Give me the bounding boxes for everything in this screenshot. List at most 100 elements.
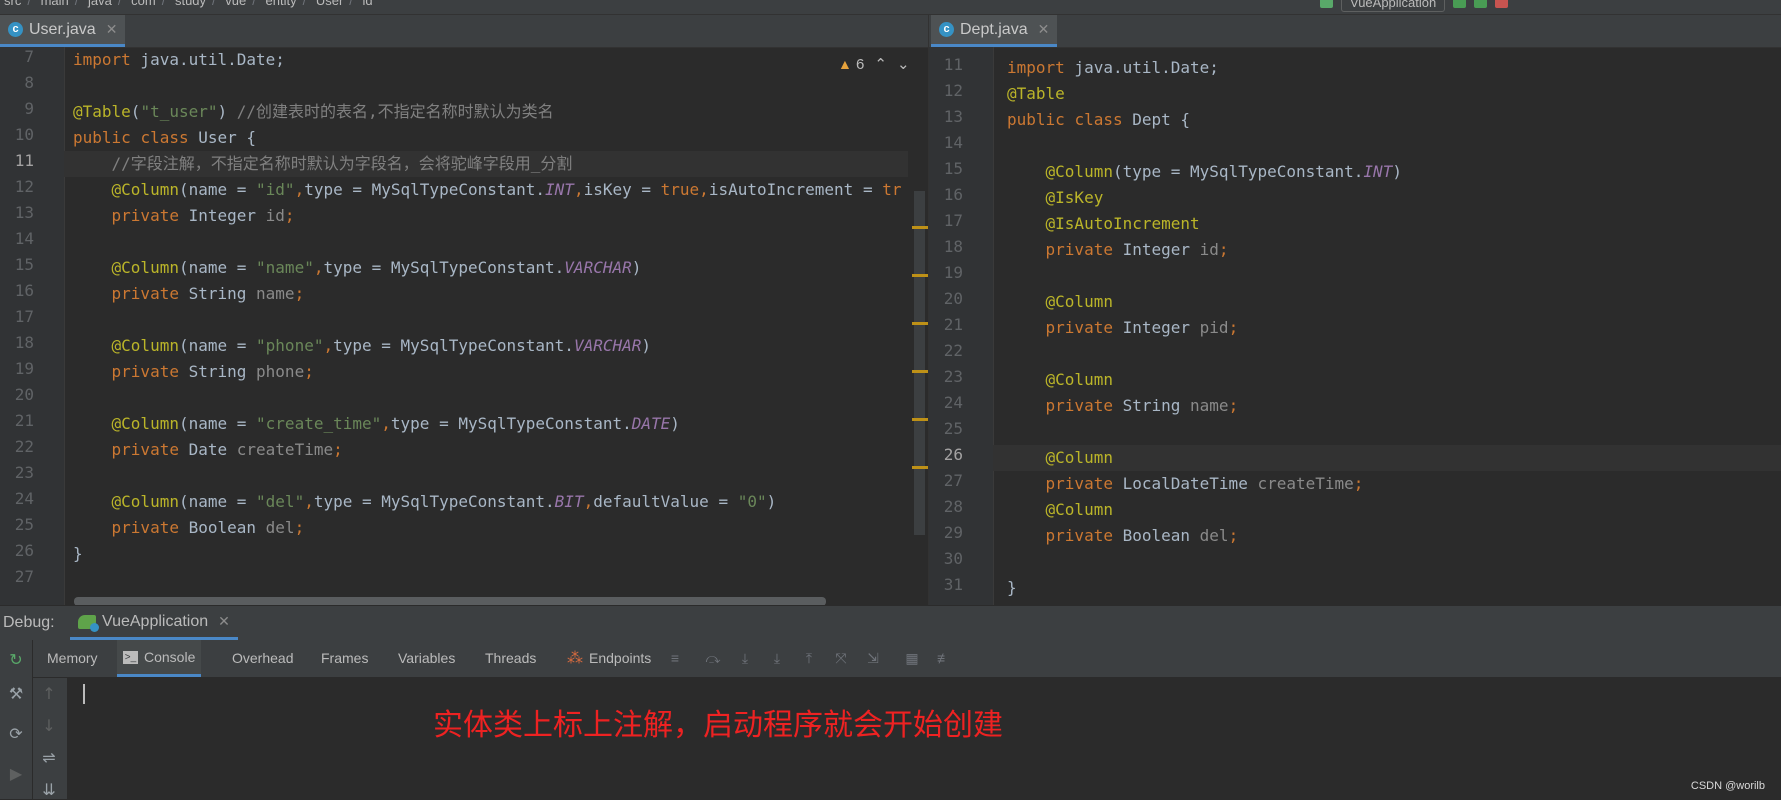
warning-marker[interactable] xyxy=(912,322,928,325)
code-area[interactable]: import java.util.Date; @Table public cla… xyxy=(993,47,1781,605)
scroll-to-end-icon[interactable]: ⇊ xyxy=(39,780,59,800)
tab-user-java[interactable]: c User.java ✕ xyxy=(0,15,126,47)
line-number: 16 xyxy=(14,281,34,300)
line-number: 14 xyxy=(14,229,34,248)
line-number-gutter: 7 8 9 10 11 12 13 14 15 16 17 18 19 20 2… xyxy=(0,47,65,605)
code-area[interactable]: import java.util.Date; @Table("t_user") … xyxy=(64,47,908,605)
console-output[interactable]: 实体类上标上注解，启动程序就会开始创建 xyxy=(68,678,1781,799)
line-number: 13 xyxy=(14,203,34,222)
line-number: 14 xyxy=(943,133,963,152)
navigation-bar: src / main / java / com / study / vue / entity… xyxy=(0,0,1781,15)
step-into-icon[interactable]: ⤓ xyxy=(737,650,753,666)
rerun-icon[interactable]: ↻ xyxy=(6,650,26,670)
close-icon[interactable]: ✕ xyxy=(106,21,118,38)
line-number-gutter: 11 12 13 14 15 16 17 18 19 20 21 22 23 2… xyxy=(929,47,994,605)
code-line: private Integer pid; xyxy=(1007,318,1239,337)
evaluate-table-icon[interactable]: ▦ xyxy=(904,650,920,666)
code-line: @Table xyxy=(1007,84,1065,103)
close-icon[interactable]: ✕ xyxy=(218,613,230,630)
tab-endpoints[interactable]: ⁂ Endpoints xyxy=(561,640,657,677)
run-toolbar: VueApplication xyxy=(1320,0,1509,12)
breadcrumb-item[interactable]: id xyxy=(363,0,373,8)
tab-overhead[interactable]: Overhead xyxy=(226,640,299,677)
debug-icon[interactable] xyxy=(1474,0,1488,8)
line-number: 24 xyxy=(943,393,963,412)
run-to-cursor-icon[interactable]: ⇲ xyxy=(865,650,881,666)
editor-tab-bar: c User.java ✕ xyxy=(0,15,928,48)
editor-dept-java[interactable]: c Dept.java ✕ 11 12 13 14 15 16 17 18 19… xyxy=(929,15,1781,605)
tab-memory[interactable]: Memory xyxy=(41,640,104,677)
line-number: 25 xyxy=(943,419,963,438)
menu-icon[interactable]: ≡ xyxy=(667,650,683,666)
breadcrumb: src / main / java / com / study / vue / entity… xyxy=(4,0,379,8)
line-number: 7 xyxy=(24,47,34,66)
stop-icon[interactable] xyxy=(1495,0,1509,8)
chevron-down-icon[interactable]: ⌄ xyxy=(897,55,910,73)
resume-icon[interactable]: ▶ xyxy=(6,764,26,784)
tab-label: User.java xyxy=(29,20,96,38)
code-line: private Integer id; xyxy=(1007,240,1229,259)
warning-marker[interactable] xyxy=(912,274,928,277)
code-line: public class Dept { xyxy=(1007,110,1191,129)
tab-variables[interactable]: Variables xyxy=(392,640,461,677)
chevron-up-icon[interactable]: ⌃ xyxy=(874,55,887,73)
wrench-icon[interactable]: ⚒ xyxy=(6,684,26,704)
breadcrumb-item[interactable]: vue xyxy=(225,0,246,8)
line-number: 13 xyxy=(943,107,963,126)
step-out-icon[interactable]: ⤒ xyxy=(801,650,817,666)
line-number: 24 xyxy=(14,489,34,508)
drop-frame-icon[interactable]: ⤧ xyxy=(833,650,849,666)
warning-count: 6 xyxy=(856,55,865,73)
code-line: } xyxy=(1007,578,1017,597)
warning-marker[interactable] xyxy=(912,466,928,469)
restore-icon[interactable]: ⟳ xyxy=(6,724,26,744)
line-number: 22 xyxy=(943,341,963,360)
code-line: private Integer id; xyxy=(73,206,295,225)
line-number: 18 xyxy=(14,333,34,352)
line-number: 27 xyxy=(14,567,34,586)
breadcrumb-item[interactable]: study xyxy=(175,0,206,8)
warning-marker[interactable] xyxy=(912,370,928,373)
line-number: 16 xyxy=(943,185,963,204)
force-step-into-icon[interactable]: ⤓ xyxy=(769,650,785,666)
editor-tab-bar: c Dept.java ✕ xyxy=(929,15,1781,48)
run-icon[interactable] xyxy=(1453,0,1467,8)
arrow-down-icon[interactable]: ↓ xyxy=(39,716,59,736)
vertical-scrollbar[interactable] xyxy=(914,191,925,535)
tab-console[interactable]: >_ Console xyxy=(117,640,202,677)
endpoints-icon: ⁂ xyxy=(567,650,583,667)
back-arrow-icon[interactable] xyxy=(1320,0,1333,8)
code-line: } xyxy=(73,544,83,563)
breadcrumb-item[interactable]: com xyxy=(131,0,156,8)
code-line: @Table("t_user") //创建表时的表名,不指定名称时默认为类名 xyxy=(73,102,554,121)
close-icon[interactable]: ✕ xyxy=(1038,21,1050,38)
console-icon: >_ xyxy=(123,650,138,664)
tab-threads[interactable]: Threads xyxy=(479,640,542,677)
step-over-icon[interactable]: ⤼ xyxy=(705,650,721,666)
line-number: 26 xyxy=(14,541,34,560)
arrow-up-icon[interactable]: ↑ xyxy=(39,684,59,704)
breadcrumb-item[interactable]: main xyxy=(41,0,69,8)
soft-wrap-icon[interactable]: ⇌ xyxy=(39,748,59,768)
debug-session-tab[interactable]: VueApplication ✕ xyxy=(70,606,238,640)
tab-dept-java[interactable]: c Dept.java ✕ xyxy=(931,15,1058,47)
tab-endpoints-label: Endpoints xyxy=(589,650,652,666)
warning-marker[interactable] xyxy=(912,226,928,229)
breadcrumb-item[interactable]: entity xyxy=(266,0,297,8)
editor-user-java[interactable]: c User.java ✕ 7 8 9 10 11 12 13 14 15 16… xyxy=(0,15,929,605)
line-number: 19 xyxy=(943,263,963,282)
inspection-widget[interactable]: ▲ 6 ⌃ ⌄ xyxy=(838,55,910,74)
breadcrumb-item[interactable]: User xyxy=(316,0,343,8)
code-line: @IsAutoIncrement xyxy=(1007,214,1200,233)
text-caret xyxy=(83,684,85,704)
breadcrumb-item[interactable]: java xyxy=(88,0,112,8)
horizontal-scrollbar[interactable] xyxy=(74,597,826,605)
line-number: 21 xyxy=(14,411,34,430)
warning-marker[interactable] xyxy=(912,418,928,421)
code-line: private Date createTime; xyxy=(73,440,343,459)
run-configuration-select[interactable]: VueApplication xyxy=(1341,0,1446,12)
tab-frames[interactable]: Frames xyxy=(315,640,374,677)
trace-icon[interactable]: ≢ xyxy=(936,650,952,666)
code-line: @Column xyxy=(1007,292,1113,311)
breadcrumb-item[interactable]: src xyxy=(4,0,21,8)
